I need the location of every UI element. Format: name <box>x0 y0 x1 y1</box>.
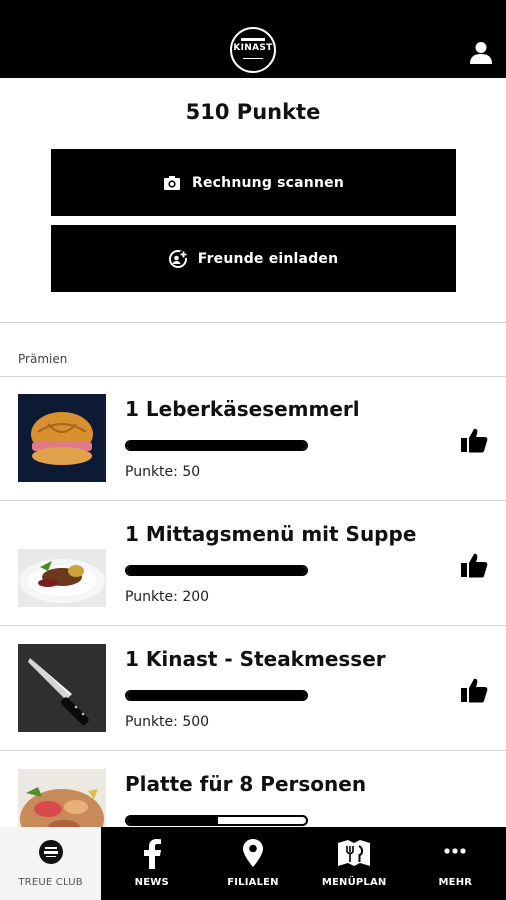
tab-filialen[interactable]: FILIALEN <box>202 827 303 900</box>
tab-news[interactable]: NEWS <box>101 827 202 900</box>
user-icon[interactable] <box>470 41 492 65</box>
reward-title: 1 Leberkäsesemmerl <box>125 397 360 421</box>
reward-progress-fill <box>127 567 306 574</box>
scan-receipt-label: Rechnung scannen <box>191 174 344 191</box>
logo-ornament <box>241 38 265 41</box>
logo-underline <box>243 58 263 59</box>
more-dots-icon <box>444 848 466 854</box>
tab-label: TREUE CLUB <box>18 877 83 888</box>
tab-label: MENÜPLAN <box>321 877 387 888</box>
invite-friends-label: Freunde einladen <box>197 250 339 267</box>
map-pin-icon <box>242 839 263 867</box>
treue-club-logo-icon <box>38 840 63 864</box>
reward-item[interactable]: 1 Mittagsmenü mit Suppe Punkte: 200 <box>0 502 506 626</box>
reward-progress-bar <box>125 440 308 451</box>
mittagsmenue-plate-image <box>18 519 106 607</box>
scan-receipt-button[interactable]: Rechnung scannen <box>51 149 456 216</box>
reward-progress-fill <box>127 692 306 699</box>
reward-progress-bar <box>125 565 308 576</box>
reward-points: Punkte: 200 <box>125 589 210 605</box>
tab-treue-club[interactable]: TREUE CLUB <box>0 827 102 900</box>
steak-knife-image <box>18 644 106 732</box>
section-divider <box>0 322 506 323</box>
thumbs-up-icon[interactable] <box>460 677 488 703</box>
reward-title: Platte für 8 Personen <box>125 772 367 796</box>
points-total: 510 Punkte <box>185 100 321 124</box>
facebook-icon <box>143 839 161 869</box>
reward-progress-fill <box>127 442 306 449</box>
reward-progress-bar <box>125 690 308 701</box>
reward-title: 1 Kinast - Steakmesser <box>125 647 386 671</box>
tab-label: FILIALEN <box>227 877 279 888</box>
camera-icon <box>163 175 180 190</box>
reward-progress-bar <box>125 815 308 826</box>
thumbs-up-icon[interactable] <box>460 427 488 453</box>
tab-label: NEWS <box>134 877 169 888</box>
reward-points: Punkte: 50 <box>125 464 201 480</box>
kinast-logo: KINAST <box>230 27 276 73</box>
tab-label: MEHR <box>438 877 473 888</box>
thumbs-up-icon[interactable] <box>460 552 488 578</box>
reward-points: Punkte: 500 <box>125 714 210 730</box>
add-friend-icon <box>168 249 187 268</box>
reward-title: 1 Mittagsmenü mit Suppe <box>125 522 417 546</box>
reward-item[interactable]: 1 Kinast - Steakmesser Punkte: 500 <box>0 627 506 751</box>
leberkaese-semmel-image <box>18 394 106 482</box>
tab-mehr[interactable]: MEHR <box>405 827 506 900</box>
logo-text: KINAST <box>233 43 273 53</box>
reward-progress-fill <box>127 817 219 824</box>
rewards-section-label: Prämien <box>18 352 68 366</box>
invite-friends-button[interactable]: Freunde einladen <box>51 225 456 292</box>
reward-item[interactable]: 1 Leberkäsesemmerl Punkte: 50 <box>0 377 506 501</box>
tab-menueplan[interactable]: MENÜPLAN <box>304 827 405 900</box>
bottom-tab-bar: TREUE CLUB NEWS FILIALEN MENÜPLAN MEHR <box>0 827 506 900</box>
top-bar: KINAST <box>0 0 506 78</box>
cutlery-icon <box>338 840 371 866</box>
